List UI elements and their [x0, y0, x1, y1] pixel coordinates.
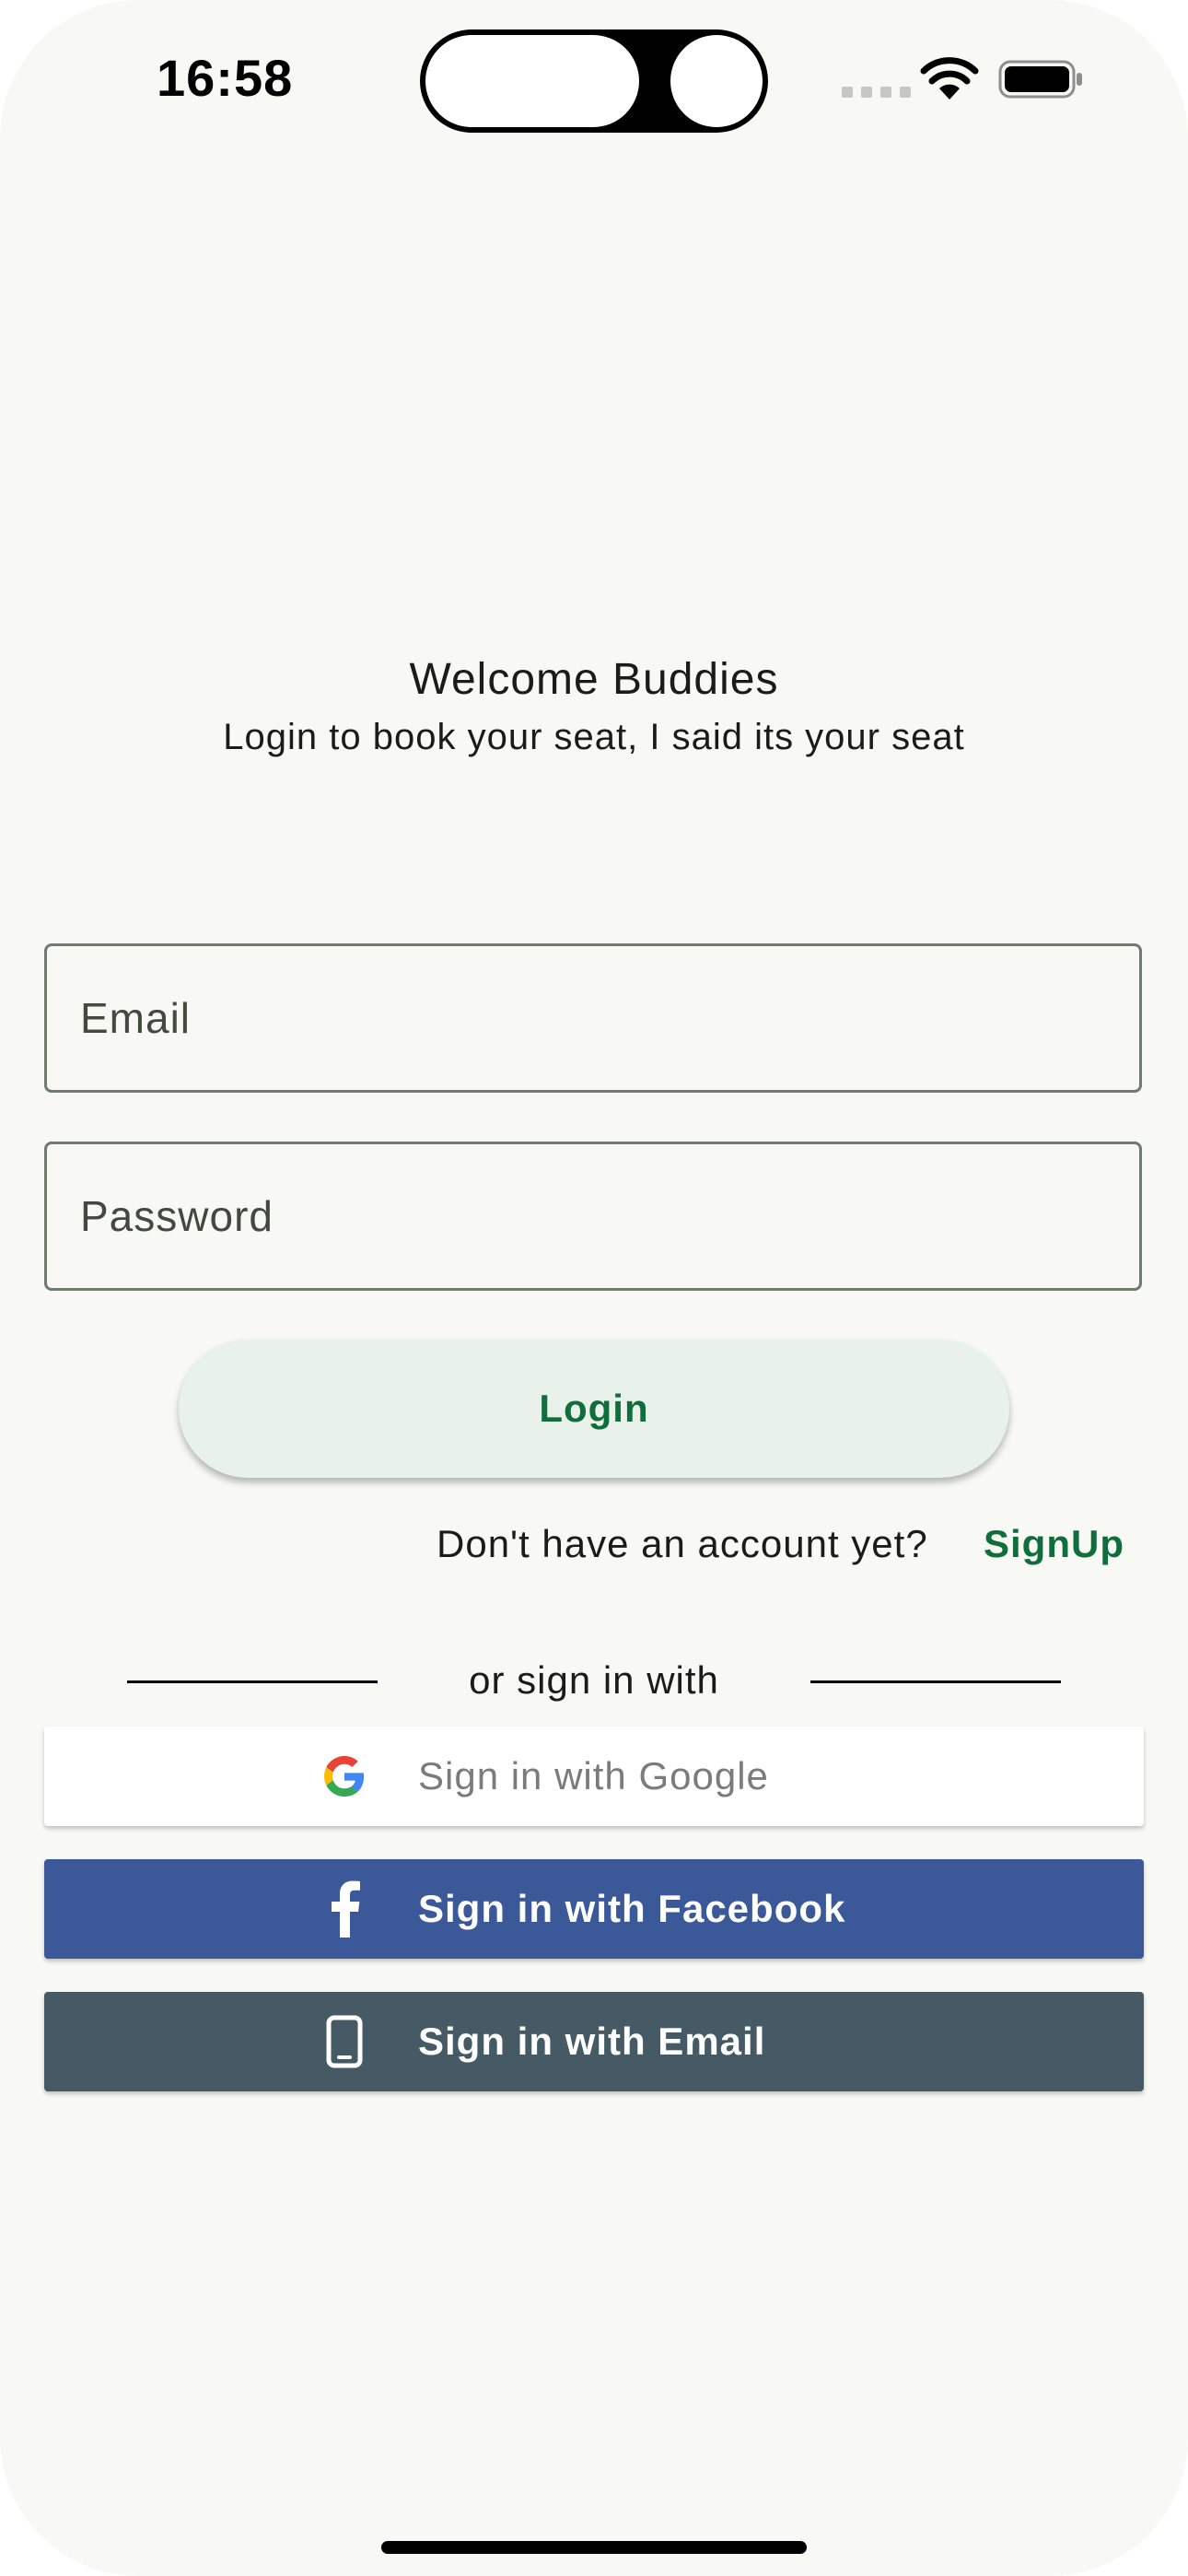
island-pill: [425, 35, 639, 127]
signup-prompt: Don't have an account yet?: [437, 1522, 928, 1565]
email-signin-button[interactable]: Sign in with Email: [44, 1992, 1144, 2091]
email-input[interactable]: [47, 946, 1139, 1090]
login-button-label: Login: [539, 1387, 649, 1430]
password-field[interactable]: [44, 1142, 1142, 1291]
signup-link[interactable]: SignUp: [984, 1522, 1124, 1566]
divider-line-right: [810, 1680, 1061, 1683]
mobile-phone-icon: [317, 2014, 372, 2069]
facebook-f-icon: [317, 1880, 372, 1938]
cellular-signal-icon: [842, 87, 911, 98]
page-title: Welcome Buddies: [409, 655, 779, 704]
wifi-icon: [920, 57, 979, 100]
google-g-icon: [317, 1749, 372, 1804]
dynamic-island: [420, 29, 768, 133]
password-input[interactable]: [47, 1144, 1139, 1288]
email-signin-label: Sign in with Email: [418, 2020, 766, 2063]
login-button[interactable]: Login: [179, 1340, 1009, 1478]
google-signin-label: Sign in with Google: [418, 1754, 769, 1797]
page-subtitle: Login to book your seat, I said its your…: [223, 717, 965, 757]
facebook-signin-label: Sign in with Facebook: [418, 1887, 846, 1930]
email-field[interactable]: [44, 943, 1142, 1093]
battery-icon: [998, 60, 1082, 99]
facebook-signin-button[interactable]: Sign in with Facebook: [44, 1859, 1144, 1959]
google-signin-button[interactable]: Sign in with Google: [44, 1727, 1144, 1826]
status-time: 16:58: [157, 49, 294, 107]
home-indicator[interactable]: [381, 2541, 807, 2554]
island-dot: [670, 35, 763, 127]
phone-screen: 16:58 Welcome Buddies Login to book your…: [0, 0, 1188, 2576]
